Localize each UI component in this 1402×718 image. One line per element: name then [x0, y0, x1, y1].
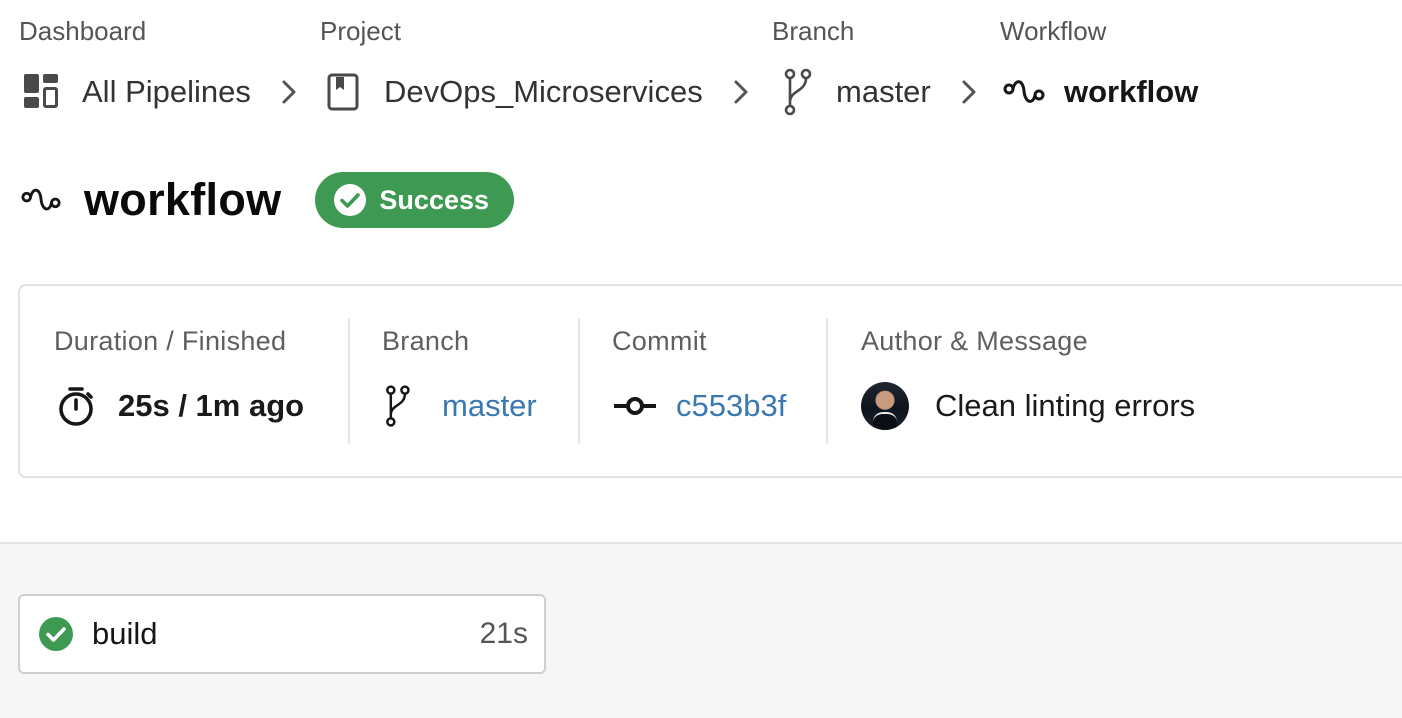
commit-label: Commit — [612, 326, 707, 356]
divider — [826, 318, 828, 444]
commit-message: Clean linting errors — [935, 388, 1196, 423]
branch-link[interactable]: master — [442, 388, 537, 424]
workflow-icon — [20, 185, 62, 215]
breadcrumb-label: DevOps_Microservices — [384, 74, 703, 109]
chevron-right-icon — [276, 78, 302, 111]
breadcrumb-category-branch: Branch — [772, 16, 855, 46]
branch-icon — [780, 68, 814, 116]
jobs-area: build 21s — [0, 542, 1402, 718]
chevron-right-icon — [956, 78, 982, 111]
workflow-icon — [1002, 77, 1046, 107]
avatar[interactable] — [861, 382, 909, 430]
page-header: workflow Success — [20, 168, 515, 232]
repo-icon — [326, 72, 362, 112]
duration-value-row: 25s / 1m ago — [54, 382, 304, 430]
commit-link[interactable]: c553b3f — [676, 388, 786, 424]
job-duration: 21s — [479, 617, 528, 650]
breadcrumb-label: master — [836, 74, 931, 109]
breadcrumb-item-branch[interactable]: master — [780, 68, 931, 116]
breadcrumb-item-project[interactable]: DevOps_Microservices — [326, 68, 703, 116]
job-card-build[interactable]: build 21s — [18, 594, 546, 674]
breadcrumb-category-dashboard: Dashboard — [19, 16, 147, 46]
branch-value-row: master — [382, 382, 537, 430]
status-badge: Success — [315, 172, 515, 228]
duration-value: 25s / 1m ago — [118, 388, 305, 423]
divider — [348, 318, 350, 444]
branch-label: Branch — [382, 326, 470, 356]
status-badge-label: Success — [379, 184, 490, 215]
branch-icon — [382, 383, 412, 429]
stopwatch-icon — [54, 384, 98, 428]
author-label: Author & Message — [861, 326, 1088, 356]
divider — [578, 318, 580, 444]
breadcrumb-label: All Pipelines — [82, 74, 251, 109]
check-circle-icon — [333, 183, 367, 217]
page-title: workflow — [84, 174, 282, 225]
duration-label: Duration / Finished — [54, 326, 287, 356]
breadcrumb-item-workflow[interactable]: workflow — [1002, 68, 1198, 116]
commit-value-row: c553b3f — [612, 382, 786, 430]
job-name: build — [92, 616, 158, 651]
author-value-row: Clean linting errors — [861, 382, 1195, 430]
chevron-right-icon — [728, 78, 754, 111]
dashboard-icon — [22, 72, 62, 112]
check-circle-icon — [38, 616, 74, 652]
breadcrumb-item-all-pipelines[interactable]: All Pipelines — [22, 68, 251, 116]
breadcrumb-category-project: Project — [320, 16, 401, 46]
breadcrumb-category-workflow: Workflow — [1000, 16, 1107, 46]
breadcrumb-label: workflow — [1064, 74, 1199, 109]
workflow-details-card: Duration / Finished 25s / 1m ago Branch — [18, 284, 1402, 478]
commit-icon — [612, 394, 658, 418]
